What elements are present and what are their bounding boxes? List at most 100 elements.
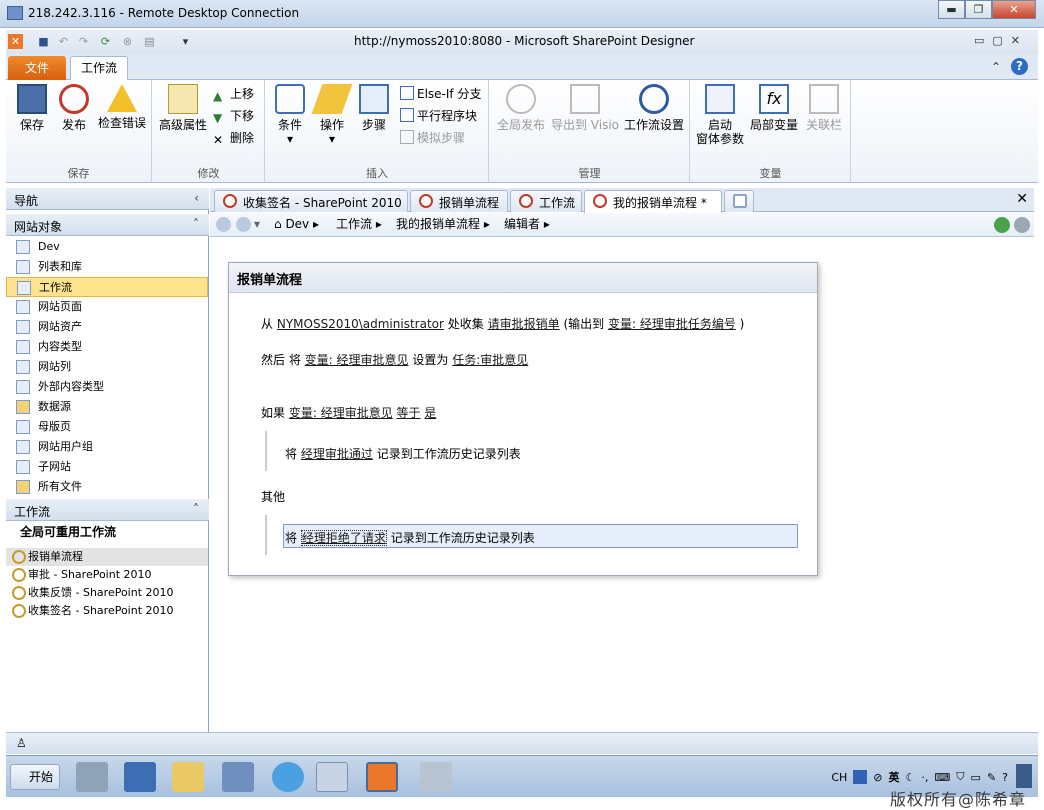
nav-item-dev[interactable]: Dev xyxy=(6,237,208,257)
forward-icon[interactable] xyxy=(236,217,251,232)
close-tab-icon[interactable]: ✕ xyxy=(1016,191,1028,207)
internet-explorer-icon[interactable] xyxy=(272,762,304,792)
refresh-icon[interactable]: ⟳ xyxy=(98,34,113,49)
action-button[interactable]: 操作 ▾ xyxy=(311,84,353,146)
breadcrumb-workflows[interactable]: 工作流 ▸ xyxy=(336,213,382,235)
language-indicator[interactable]: CH xyxy=(831,771,847,784)
breadcrumb-my-expense-workflow[interactable]: 我的报销单流程 ▸ xyxy=(396,213,490,235)
condition-variable-link[interactable]: 变量: 经理审批意见 xyxy=(289,406,393,420)
nav-item-site-assets[interactable]: 网站资产 xyxy=(6,317,208,337)
advanced-properties-button[interactable]: 高级属性 xyxy=(157,84,209,132)
nav-item-lists[interactable]: 列表和库 xyxy=(6,257,208,277)
nav-item-workflows[interactable]: 工作流 xyxy=(6,277,208,297)
association-columns-button[interactable]: 关联栏 xyxy=(801,84,847,132)
tab-collect-signatures[interactable]: 收集签名 - SharePoint 2010 xyxy=(214,190,408,212)
global-publish-button[interactable]: 全局发布 xyxy=(492,84,550,132)
sharepoint-designer-icon[interactable] xyxy=(366,762,398,792)
show-desktop-icon[interactable] xyxy=(1016,764,1032,788)
collapse-nav-icon[interactable]: ‹ xyxy=(194,191,199,205)
nav-item-content-types[interactable]: 内容类型 xyxy=(6,337,208,357)
shield-icon[interactable]: ⛉ xyxy=(956,770,964,784)
spd-window-controls[interactable]: ▭▢✕ xyxy=(974,34,1028,47)
message-link[interactable]: 经理审批通过 xyxy=(301,447,373,461)
tab-file[interactable]: 文件 xyxy=(8,56,66,80)
tab-my-expense-workflow[interactable]: 我的报销单流程 * xyxy=(584,190,722,213)
undo-icon[interactable]: ↶ xyxy=(56,34,71,49)
redo-icon[interactable]: ↷ xyxy=(76,34,91,49)
move-up-button[interactable]: ▲ 上移 xyxy=(213,84,254,104)
history-dropdown-icon[interactable]: ▾ xyxy=(254,213,260,235)
server-manager-icon[interactable] xyxy=(76,762,108,792)
keyboard-icon[interactable]: ⌨ xyxy=(934,771,950,784)
breadcrumb-dev[interactable]: ⌂ Dev ▸ xyxy=(274,213,319,235)
workflow-item[interactable]: 收集签名 - SharePoint 2010 xyxy=(6,602,208,620)
variable-link[interactable]: 变量: 经理审批意见 xyxy=(305,353,409,367)
nav-item-data-sources[interactable]: 数据源 xyxy=(6,397,208,417)
help-icon[interactable]: ? xyxy=(1011,58,1028,75)
export-visio-button[interactable]: 导出到 Visio xyxy=(550,84,620,132)
parallel-block-button[interactable]: 平行程序块 xyxy=(400,106,477,126)
user-status-icon[interactable]: ♙ xyxy=(16,736,27,750)
ime-language-toggle[interactable]: 英 xyxy=(889,769,900,785)
delete-button[interactable]: ✕ 删除 xyxy=(213,128,254,148)
workflow-settings-button[interactable]: 工作流设置 xyxy=(620,84,688,132)
workflows-section-header[interactable]: 工作流 ˄ xyxy=(6,499,209,521)
tab-workflows[interactable]: 工作流 xyxy=(510,190,582,212)
nav-item-external-content-types[interactable]: 外部内容类型 xyxy=(6,377,208,397)
customize-qa-icon[interactable]: ▾ xyxy=(178,34,193,49)
save-icon[interactable]: ■ xyxy=(36,34,51,49)
nav-item-subsites[interactable]: 子网站 xyxy=(6,457,208,477)
site-objects-header[interactable]: 网站对象 ˄ xyxy=(6,214,209,236)
notes-icon[interactable]: ✎ xyxy=(987,771,996,784)
close-button[interactable]: ✕ xyxy=(992,0,1036,19)
data-link[interactable]: 请审批报销单 xyxy=(488,317,560,331)
workflow-item[interactable]: 收集反馈 - SharePoint 2010 xyxy=(6,584,208,602)
value-link[interactable]: 任务:审批意见 xyxy=(452,353,528,367)
help-tray-icon[interactable]: ? xyxy=(1002,771,1008,784)
nav-item-all-files[interactable]: 所有文件 xyxy=(6,477,208,497)
back-icon[interactable] xyxy=(216,217,231,232)
nav-item-site-groups[interactable]: 网站用户组 xyxy=(6,437,208,457)
else-if-branch-button[interactable]: Else-If 分支 xyxy=(400,84,481,104)
step-title[interactable]: 报销单流程 xyxy=(229,263,817,293)
nav-item-site-pages[interactable]: 网站页面 xyxy=(6,297,208,317)
refresh-icon[interactable] xyxy=(994,217,1010,233)
moon-icon[interactable]: ☾ xyxy=(906,771,916,784)
tools-icon[interactable] xyxy=(420,762,452,792)
stop-icon[interactable]: ⊗ xyxy=(120,34,135,49)
powershell-icon[interactable] xyxy=(124,762,156,792)
spd-app-icon[interactable]: ✕ xyxy=(8,34,23,49)
chevron-up-icon[interactable]: ˄ xyxy=(193,217,199,231)
nav-item-master-pages[interactable]: 母版页 xyxy=(6,417,208,437)
ime-mode-icon[interactable]: ⊘ xyxy=(873,771,882,784)
punctuation-icon[interactable]: ·, xyxy=(921,771,928,784)
check-errors-button[interactable]: 检查错误 xyxy=(94,84,150,130)
initiation-form-parameters-button[interactable]: 启动 窗体参数 xyxy=(693,84,747,146)
publish-button[interactable]: 发布 xyxy=(56,84,92,132)
minimize-button[interactable]: ▬ xyxy=(938,0,965,19)
ime-icon[interactable] xyxy=(853,770,868,784)
local-variables-button[interactable]: fx 局部变量 xyxy=(747,84,801,132)
network-icon[interactable] xyxy=(222,762,254,792)
preview-icon[interactable]: ▤ xyxy=(142,34,157,49)
message-link[interactable]: 经理拒绝了请求 xyxy=(300,530,387,546)
collapse-ribbon-icon[interactable]: ⌃ xyxy=(991,60,1001,74)
output-variable-link[interactable]: 变量: 经理审批任务编号 xyxy=(608,317,736,331)
start-button[interactable]: 开始 xyxy=(10,764,60,790)
chevron-up-icon[interactable]: ˄ xyxy=(193,502,199,516)
operator-link[interactable]: 等于 xyxy=(397,406,421,420)
visual-studio-icon[interactable] xyxy=(316,762,348,792)
condition-value-link[interactable]: 是 xyxy=(424,406,436,420)
tab-expense-workflow[interactable]: 报销单流程 xyxy=(410,190,508,212)
restore-button[interactable]: ❐ xyxy=(965,0,992,19)
user-link[interactable]: NYMOSS2010\administrator xyxy=(277,317,444,331)
impersonation-step-button[interactable]: 模拟步骤 xyxy=(400,128,465,148)
workflow-item[interactable]: 报销单流程 xyxy=(6,548,208,566)
nav-item-site-columns[interactable]: 网站列 xyxy=(6,357,208,377)
workflow-item[interactable]: 审批 - SharePoint 2010 xyxy=(6,566,208,584)
tab-workflow[interactable]: 工作流 xyxy=(70,56,128,81)
explorer-icon[interactable] xyxy=(172,762,204,792)
stop-icon[interactable] xyxy=(1014,217,1030,233)
move-down-button[interactable]: ▼ 下移 xyxy=(213,106,254,126)
new-tab-button[interactable] xyxy=(724,190,754,212)
